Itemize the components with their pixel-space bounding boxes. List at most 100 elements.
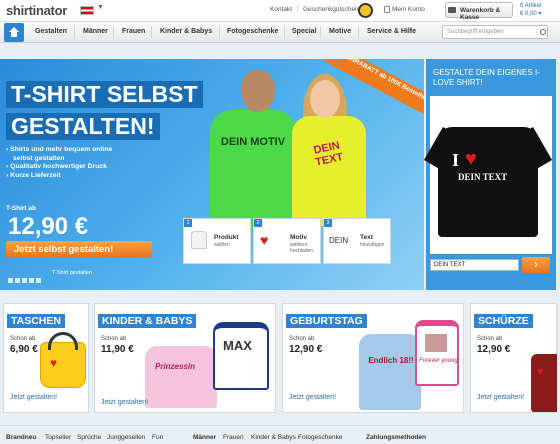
carousel-dot[interactable] xyxy=(36,278,41,283)
birthday-print: Endlich 18!! xyxy=(368,356,414,365)
card-from: Schon ab xyxy=(10,336,36,342)
step-motif[interactable]: 2 ♥ Motiv wählen/ hochladen xyxy=(253,218,321,264)
photo-print xyxy=(425,334,447,352)
nav-item-service-hilfe[interactable]: Service & Hilfe xyxy=(367,28,416,35)
footer-link[interactable]: Fotogeschenke xyxy=(298,434,342,441)
carousel-caption: T-Shirt gestalten xyxy=(52,270,93,276)
page: shirtinator ▼ Kontakt | Geschenkgutschei… xyxy=(0,0,560,444)
card-cta-link[interactable]: Jetzt gestalten! xyxy=(289,393,336,403)
card-cta-link[interactable]: Jetzt gestalten! xyxy=(101,398,148,408)
heart-icon: ♥ xyxy=(50,356,58,370)
footer-link[interactable]: Kinder & Babys xyxy=(251,434,296,441)
main-nav: Gestalten Männer Frauen Kinder & Babys F… xyxy=(0,22,560,43)
card-title: KINDER & BABYS xyxy=(98,314,197,328)
chevron-down-icon[interactable]: ▼ xyxy=(97,4,104,11)
search-input[interactable]: Suchbegriff eingeben xyxy=(442,25,548,39)
step-title: Text xyxy=(360,234,373,241)
step-number: 1 xyxy=(184,219,192,227)
heart-icon: ♥ xyxy=(537,366,544,378)
nav-divider xyxy=(151,26,152,39)
logo[interactable]: shirtinator xyxy=(6,3,67,18)
promo-text-input[interactable]: DEIN TEXT xyxy=(430,259,519,271)
footer-heading[interactable]: Männer xyxy=(193,434,216,441)
hero-from-label: T-Shirt ab xyxy=(6,205,36,212)
nav-item-gestalten[interactable]: Gestalten xyxy=(35,28,67,35)
black-tshirt xyxy=(438,127,538,237)
card-apron[interactable]: SCHÜRZE Schon ab 12,90 € ♥ Jetzt gestalt… xyxy=(470,303,557,413)
carousel-dot[interactable] xyxy=(15,278,20,283)
account-link[interactable]: Mein Konto xyxy=(392,6,425,13)
heart-icon: ♥ xyxy=(465,148,477,170)
nav-divider xyxy=(320,26,321,39)
bag-handle xyxy=(48,332,78,350)
carousel-dot[interactable] xyxy=(29,278,34,283)
man-green-shirt xyxy=(210,110,296,230)
home-icon[interactable] xyxy=(4,23,24,42)
footer-link[interactable]: Sprüche xyxy=(77,434,101,441)
footer-heading[interactable]: Brandneu xyxy=(6,434,36,441)
cart-summary[interactable]: 0 Artikel € 0,00 ▾ xyxy=(520,2,541,18)
footer-link[interactable]: Frauen xyxy=(223,434,244,441)
cart-item-count: 0 Artikel xyxy=(520,3,542,9)
hero-price: 12,90 € xyxy=(8,213,89,240)
birthday-print-2: Forever young xyxy=(419,358,458,364)
nav-item-motive[interactable]: Motive xyxy=(329,28,351,35)
nav-divider xyxy=(219,26,220,39)
promo-shirt-text: DEIN TEXT xyxy=(458,172,508,182)
divider: | xyxy=(297,5,299,12)
step-title: Produkt xyxy=(214,234,239,241)
austria-flag-icon[interactable] xyxy=(80,6,94,15)
search-icon[interactable] xyxy=(540,29,546,35)
hero-title-line2: GESTALTEN! xyxy=(6,113,160,140)
card-title: SCHÜRZE xyxy=(474,314,533,328)
card-birthday[interactable]: GEBURTSTAG Schon ab 12,90 € Endlich 18!!… xyxy=(282,303,464,413)
card-bags[interactable]: TASCHEN Schon ab 6,90 € ♥ Jetzt gestalte… xyxy=(3,303,89,413)
footer-link[interactable]: Topseller xyxy=(45,434,71,441)
nav-item-fotogeschenke[interactable]: Fotogeschenke xyxy=(227,28,278,35)
card-title: TASCHEN xyxy=(7,314,65,328)
blue-birthday-shirt xyxy=(359,334,421,410)
carousel-dot[interactable] xyxy=(8,278,13,283)
footer-heading[interactable]: Zahlungsmethoden xyxy=(366,434,426,441)
step-number: 3 xyxy=(324,219,332,227)
gift-voucher-link[interactable]: Geschenkgutschein xyxy=(303,6,360,13)
promo-i-letter: I xyxy=(452,150,460,170)
card-from: Schon ab xyxy=(477,336,503,342)
hero-bullet: Kurze Lieferzeit xyxy=(6,172,112,181)
lock-icon xyxy=(384,6,390,13)
carousel-dot[interactable] xyxy=(22,278,27,283)
footer: Brandneu Topseller Sprüche Junggesellen … xyxy=(0,425,560,444)
apron-image xyxy=(531,354,557,412)
card-kids[interactable]: KINDER & BABYS Schon ab 11,90 € Prinzess… xyxy=(94,303,276,413)
hero-bullet: Shirts und mehr bequem online xyxy=(6,146,112,155)
man-head xyxy=(241,70,275,112)
cart-total: € 0,00 ▾ xyxy=(520,11,542,17)
hero-bullet-cont: selbst gestalten xyxy=(13,154,65,162)
promo-go-button[interactable]: › xyxy=(522,257,550,273)
trust-seal-icon[interactable] xyxy=(358,3,373,18)
card-price: 6,90 € xyxy=(10,344,38,355)
carousel-dots xyxy=(8,270,43,288)
nav-item-maenner[interactable]: Männer xyxy=(83,28,108,35)
contact-link[interactable]: Kontakt xyxy=(270,6,292,13)
hero-bullet: Qualitativ hochwertiger Druck xyxy=(6,163,112,172)
card-from: Schon ab xyxy=(289,336,315,342)
card-cta-link[interactable]: Jetzt gestalten! xyxy=(10,393,57,403)
nav-item-special[interactable]: Special xyxy=(292,28,317,35)
step-sub: wählen/ hochladen xyxy=(290,242,314,254)
pink-kids-shirt xyxy=(145,346,217,408)
card-cta-link[interactable]: Jetzt gestalten! xyxy=(477,393,524,403)
nav-item-frauen[interactable]: Frauen xyxy=(122,28,145,35)
step-text[interactable]: 3 DEIN Text hinzufügen xyxy=(323,218,391,264)
white-kids-shirt xyxy=(213,322,269,390)
tshirt-icon xyxy=(191,231,207,249)
step-product[interactable]: 1 Produkt wählen xyxy=(183,218,251,264)
footer-link[interactable]: Fun xyxy=(152,434,163,441)
nav-item-kinder-babys[interactable]: Kinder & Babys xyxy=(160,28,212,35)
step-title: Motiv xyxy=(290,234,307,241)
design-now-button[interactable]: Jetzt selbst gestalten! xyxy=(6,241,152,258)
footer-link[interactable]: Junggesellen xyxy=(107,434,145,441)
nav-divider xyxy=(113,26,114,39)
card-price: 12,90 € xyxy=(289,344,323,355)
kids-print: Prinzessin xyxy=(155,362,196,371)
